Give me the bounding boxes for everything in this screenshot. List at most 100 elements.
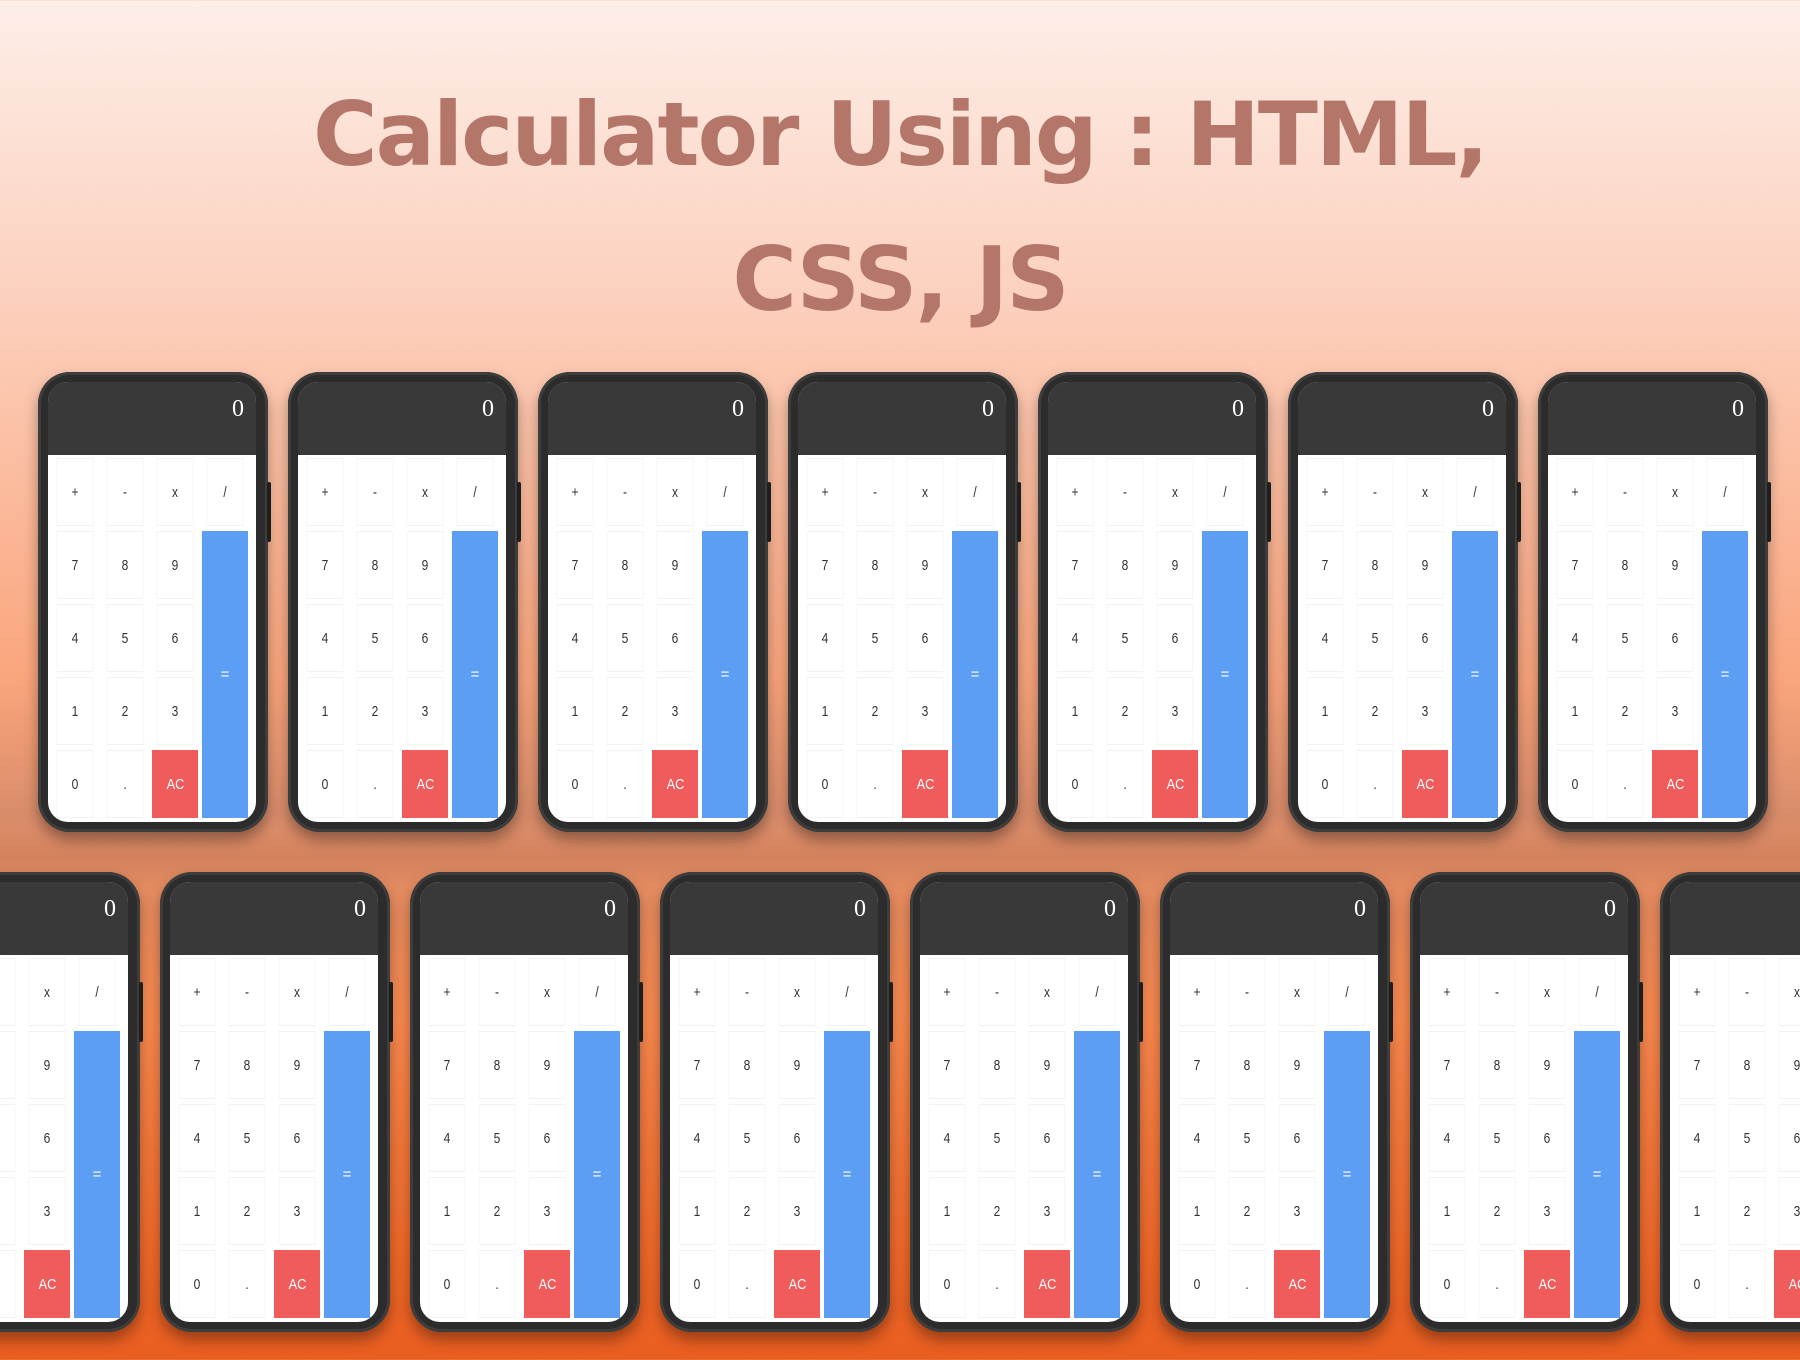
key-8[interactable]: 8	[228, 1031, 266, 1099]
key-0[interactable]: 0	[428, 1250, 466, 1318]
key-2[interactable]: 2	[1106, 677, 1144, 745]
key-1[interactable]: 1	[306, 677, 344, 745]
key-divide[interactable]: /	[578, 958, 616, 1026]
key-9[interactable]: 9	[906, 531, 944, 599]
key-decimal[interactable]: .	[228, 1250, 266, 1318]
key-plus[interactable]: +	[428, 958, 466, 1026]
key-equals[interactable]: =	[1452, 531, 1498, 818]
key-clear[interactable]: AC	[152, 750, 198, 818]
key-decimal[interactable]: .	[728, 1250, 766, 1318]
key-6[interactable]: 6	[406, 604, 444, 672]
key-5[interactable]: 5	[478, 1104, 516, 1172]
key-multiply[interactable]: x	[1656, 458, 1694, 526]
key-3[interactable]: 3	[1028, 1177, 1066, 1245]
key-divide[interactable]: /	[206, 458, 244, 526]
key-5[interactable]: 5	[0, 1104, 16, 1172]
key-9[interactable]: 9	[156, 531, 194, 599]
key-minus[interactable]: -	[1356, 458, 1394, 526]
key-5[interactable]: 5	[228, 1104, 266, 1172]
key-4[interactable]: 4	[1678, 1104, 1716, 1172]
key-divide[interactable]: /	[1456, 458, 1494, 526]
key-divide[interactable]: /	[956, 458, 994, 526]
key-plus[interactable]: +	[928, 958, 966, 1026]
key-clear[interactable]: AC	[1774, 1250, 1800, 1318]
key-1[interactable]: 1	[1306, 677, 1344, 745]
key-plus[interactable]: +	[678, 958, 716, 1026]
key-equals[interactable]: =	[574, 1031, 620, 1318]
key-5[interactable]: 5	[856, 604, 894, 672]
key-3[interactable]: 3	[778, 1177, 816, 1245]
key-minus[interactable]: -	[1728, 958, 1766, 1026]
key-plus[interactable]: +	[806, 458, 844, 526]
key-9[interactable]: 9	[656, 531, 694, 599]
key-minus[interactable]: -	[1106, 458, 1144, 526]
key-equals[interactable]: =	[74, 1031, 120, 1318]
key-clear[interactable]: AC	[402, 750, 448, 818]
key-3[interactable]: 3	[1528, 1177, 1566, 1245]
key-3[interactable]: 3	[406, 677, 444, 745]
key-plus[interactable]: +	[306, 458, 344, 526]
key-multiply[interactable]: x	[1406, 458, 1444, 526]
key-clear[interactable]: AC	[1402, 750, 1448, 818]
key-7[interactable]: 7	[178, 1031, 216, 1099]
key-3[interactable]: 3	[1406, 677, 1444, 745]
key-6[interactable]: 6	[1406, 604, 1444, 672]
key-clear[interactable]: AC	[1152, 750, 1198, 818]
key-8[interactable]: 8	[106, 531, 144, 599]
key-4[interactable]: 4	[428, 1104, 466, 1172]
key-decimal[interactable]: .	[356, 750, 394, 818]
key-9[interactable]: 9	[28, 1031, 66, 1099]
key-minus[interactable]: -	[0, 958, 16, 1026]
key-clear[interactable]: AC	[1274, 1250, 1320, 1318]
key-minus[interactable]: -	[356, 458, 394, 526]
key-multiply[interactable]: x	[528, 958, 566, 1026]
key-5[interactable]: 5	[356, 604, 394, 672]
key-1[interactable]: 1	[928, 1177, 966, 1245]
key-8[interactable]: 8	[606, 531, 644, 599]
key-decimal[interactable]: .	[1106, 750, 1144, 818]
key-plus[interactable]: +	[1306, 458, 1344, 526]
key-8[interactable]: 8	[478, 1031, 516, 1099]
key-minus[interactable]: -	[1478, 958, 1516, 1026]
key-divide[interactable]: /	[1706, 458, 1744, 526]
key-equals[interactable]: =	[702, 531, 748, 818]
key-equals[interactable]: =	[824, 1031, 870, 1318]
key-7[interactable]: 7	[1056, 531, 1094, 599]
key-0[interactable]: 0	[928, 1250, 966, 1318]
key-divide[interactable]: /	[828, 958, 866, 1026]
key-plus[interactable]: +	[178, 958, 216, 1026]
key-1[interactable]: 1	[1428, 1177, 1466, 1245]
key-clear[interactable]: AC	[274, 1250, 320, 1318]
key-4[interactable]: 4	[1178, 1104, 1216, 1172]
key-minus[interactable]: -	[978, 958, 1016, 1026]
key-decimal[interactable]: .	[478, 1250, 516, 1318]
key-decimal[interactable]: .	[1606, 750, 1644, 818]
key-multiply[interactable]: x	[906, 458, 944, 526]
key-8[interactable]: 8	[1728, 1031, 1766, 1099]
key-0[interactable]: 0	[306, 750, 344, 818]
key-4[interactable]: 4	[678, 1104, 716, 1172]
key-plus[interactable]: +	[1178, 958, 1216, 1026]
key-7[interactable]: 7	[1178, 1031, 1216, 1099]
key-3[interactable]: 3	[528, 1177, 566, 1245]
key-2[interactable]: 2	[1356, 677, 1394, 745]
key-equals[interactable]: =	[1074, 1031, 1120, 1318]
key-6[interactable]: 6	[1156, 604, 1194, 672]
key-decimal[interactable]: .	[1228, 1250, 1266, 1318]
key-divide[interactable]: /	[1078, 958, 1116, 1026]
key-decimal[interactable]: .	[1356, 750, 1394, 818]
key-3[interactable]: 3	[1656, 677, 1694, 745]
key-0[interactable]: 0	[1056, 750, 1094, 818]
key-1[interactable]: 1	[806, 677, 844, 745]
key-7[interactable]: 7	[928, 1031, 966, 1099]
key-multiply[interactable]: x	[1778, 958, 1800, 1026]
key-clear[interactable]: AC	[652, 750, 698, 818]
key-6[interactable]: 6	[1028, 1104, 1066, 1172]
key-multiply[interactable]: x	[1278, 958, 1316, 1026]
key-2[interactable]: 2	[478, 1177, 516, 1245]
key-6[interactable]: 6	[156, 604, 194, 672]
key-1[interactable]: 1	[428, 1177, 466, 1245]
key-2[interactable]: 2	[106, 677, 144, 745]
key-9[interactable]: 9	[278, 1031, 316, 1099]
key-plus[interactable]: +	[56, 458, 94, 526]
